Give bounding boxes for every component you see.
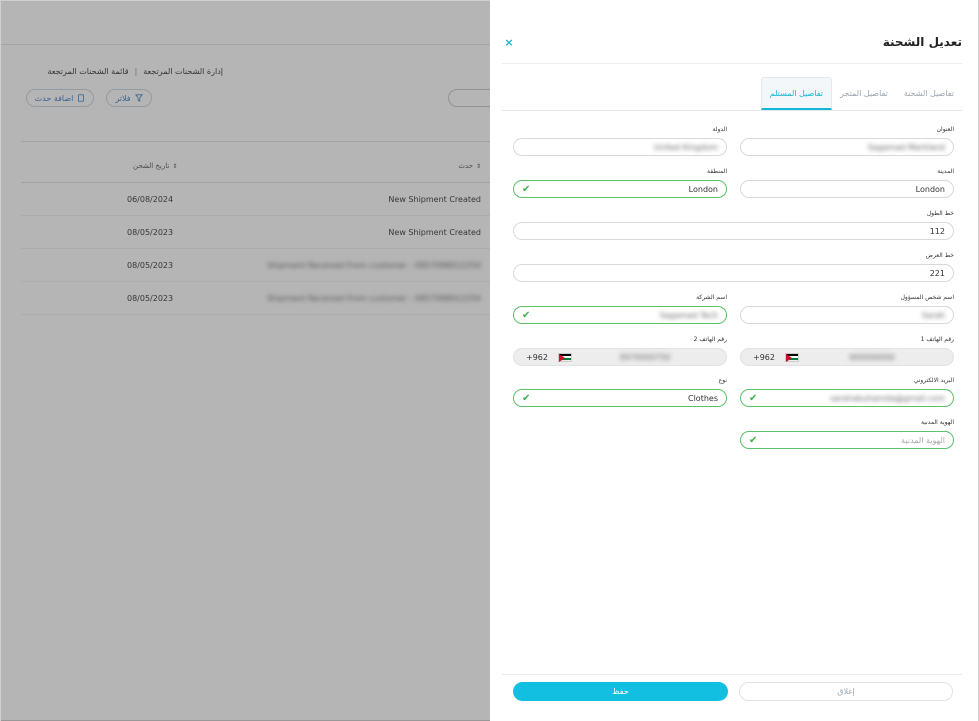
check-icon: ✔ — [749, 392, 758, 404]
national-id-input[interactable]: الهوية المدنية ✔ — [740, 431, 954, 449]
phone2-input[interactable]: +962 0970000750 — [513, 348, 727, 366]
company-name-input[interactable]: Sagamad Tech ✔ — [513, 306, 727, 324]
panel-title: تعديل الشحنة — [882, 35, 962, 49]
address-label: العنوان — [936, 126, 954, 133]
longitude-field: خط الطول 112 — [513, 210, 954, 242]
tab-bar: تفاصيل الشحنة تفاصيل المتجر تفاصيل المست… — [760, 77, 962, 110]
longitude-label: خط الطول — [926, 210, 954, 217]
tab-underline — [502, 110, 962, 111]
phone1-field: رقم الهاتف 1 +962 000000000 — [740, 336, 954, 368]
divider — [502, 63, 962, 64]
longitude-value: 112 — [929, 226, 945, 236]
phone2-country-code: +962 — [526, 352, 548, 362]
national-id-field: الهوية المدنية الهوية المدنية ✔ — [740, 419, 954, 451]
type-select[interactable]: Clothes ✔ — [513, 389, 727, 407]
address-input[interactable]: Sagamad Markland — [740, 138, 954, 156]
company-name-value: Sagamad Tech — [659, 310, 718, 320]
email-input[interactable]: sarahabuhamda@gmail.com ✔ — [740, 389, 954, 407]
company-name-field: اسم الشركة Sagamad Tech ✔ — [513, 294, 727, 326]
check-icon: ✔ — [522, 309, 531, 321]
jordan-flag-icon[interactable] — [784, 352, 799, 362]
phone1-input[interactable]: +962 000000000 — [740, 348, 954, 366]
jordan-flag-icon[interactable] — [557, 352, 572, 362]
city-value: London — [915, 184, 945, 194]
footer-divider — [502, 674, 962, 675]
contact-person-field: اسم شخص المسؤول Sarah — [740, 294, 954, 326]
contact-person-label: اسم شخص المسؤول — [900, 294, 954, 301]
longitude-input[interactable]: 112 — [513, 222, 954, 240]
country-field: الدولة United Kingdom — [513, 126, 727, 158]
latitude-field: خط العرض 221 — [513, 252, 954, 284]
latitude-label: خط العرض — [925, 252, 954, 259]
check-icon: ✔ — [749, 434, 758, 446]
country-select[interactable]: United Kingdom — [513, 138, 727, 156]
close-button[interactable]: إغلاق — [739, 682, 953, 701]
panel-header: × تعديل الشحنة — [502, 30, 962, 54]
phone2-field: رقم الهاتف 2 +962 0970000750 — [513, 336, 727, 368]
latitude-input[interactable]: 221 — [513, 264, 954, 282]
check-icon: ✔ — [522, 392, 531, 404]
save-button[interactable]: حفظ — [513, 682, 728, 701]
contact-person-input[interactable]: Sarah — [740, 306, 954, 324]
country-label: الدولة — [712, 126, 727, 133]
region-select[interactable]: London ✔ — [513, 180, 727, 198]
region-label: المنطقة — [707, 168, 727, 175]
contact-person-value: Sarah — [921, 310, 945, 320]
modal-overlay[interactable] — [1, 1, 491, 721]
phone2-label: رقم الهاتف 2 — [693, 336, 727, 343]
national-id-label: الهوية المدنية — [921, 419, 954, 426]
type-label: نوع — [718, 377, 727, 384]
city-select[interactable]: London — [740, 180, 954, 198]
region-field: المنطقة London ✔ — [513, 168, 727, 200]
address-field: العنوان Sagamad Markland — [740, 126, 954, 158]
city-label: المدينة — [937, 168, 954, 175]
close-icon[interactable]: × — [502, 36, 516, 49]
national-id-placeholder: الهوية المدنية — [901, 435, 945, 445]
tab-recipient-details[interactable]: تفاصيل المستلم — [760, 77, 833, 110]
check-icon: ✔ — [522, 183, 531, 195]
address-value: Sagamad Markland — [867, 142, 945, 152]
phone1-country-code: +962 — [753, 352, 775, 362]
company-name-label: اسم الشركة — [696, 294, 727, 301]
email-label: البريد الالكتروني — [913, 377, 954, 384]
email-field: البريد الالكتروني sarahabuhamda@gmail.co… — [740, 377, 954, 409]
phone1-label: رقم الهاتف 1 — [920, 336, 954, 343]
tab-store-details[interactable]: تفاصيل المتجر — [832, 77, 896, 110]
phone2-number: 0970000750 — [619, 352, 671, 362]
city-field: المدينة London — [740, 168, 954, 200]
latitude-value: 221 — [929, 268, 945, 278]
email-value: sarahabuhamda@gmail.com — [830, 393, 945, 403]
tab-shipment-details[interactable]: تفاصيل الشحنة — [896, 77, 962, 110]
phone1-number: 000000000 — [849, 352, 895, 362]
type-value: Clothes — [688, 393, 718, 403]
region-value: London — [688, 184, 718, 194]
type-field: نوع Clothes ✔ — [513, 377, 727, 409]
edit-shipment-panel: × تعديل الشحنة تفاصيل الشحنة تفاصيل المت… — [490, 0, 979, 721]
country-value: United Kingdom — [653, 142, 718, 152]
